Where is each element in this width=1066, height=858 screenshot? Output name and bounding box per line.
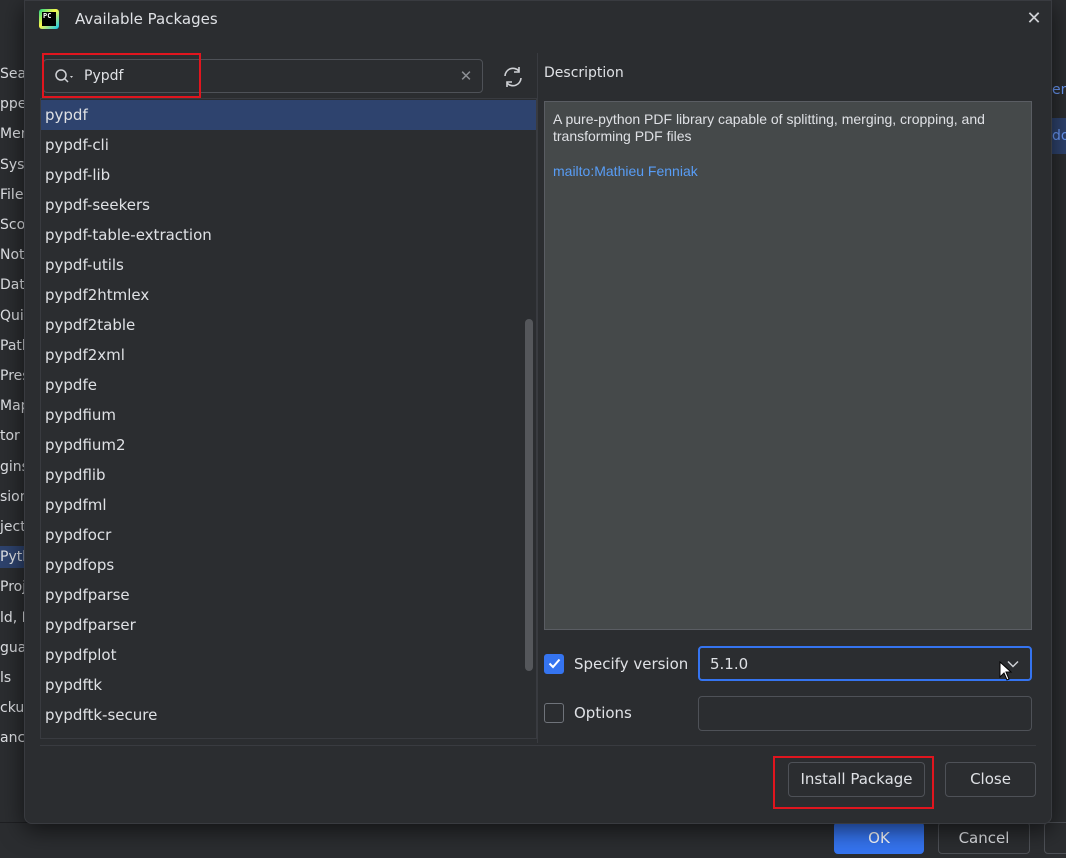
package-list-item[interactable]: pypdfml (41, 490, 536, 520)
package-list-item[interactable]: pypdfe (41, 370, 536, 400)
package-list-item[interactable]: pypdfparse (41, 580, 536, 610)
version-dropdown[interactable]: 5.1.0 (698, 646, 1032, 681)
refresh-icon[interactable] (499, 63, 527, 91)
chevron-down-icon (1007, 660, 1019, 668)
panel-splitter[interactable] (537, 53, 538, 743)
package-list-item[interactable]: pypdf-utils (41, 250, 536, 280)
package-list-scrollbar[interactable] (525, 319, 533, 671)
package-list-item[interactable]: pypdf-table-extraction (41, 220, 536, 250)
background-settings-item: Searc (0, 66, 24, 82)
package-search-field[interactable]: ✕ (43, 59, 483, 93)
package-list-item[interactable]: pypdf-cli (41, 130, 536, 160)
ok-button[interactable]: OK (834, 822, 924, 854)
background-settings-right-panel: en do (1052, 0, 1066, 858)
background-settings-item: Proje (0, 579, 24, 596)
description-panel: A pure-python PDF library capable of spl… (544, 101, 1032, 630)
package-list-item[interactable]: pypdfops (41, 550, 536, 580)
background-settings-item: ckup (0, 700, 24, 717)
background-settings-item: tor (0, 428, 20, 445)
background-settings-item: ld, Ex (0, 609, 24, 626)
package-list-item[interactable]: pypdf2htmlex (41, 280, 536, 310)
background-settings-item: Notif (0, 247, 24, 264)
search-icon (55, 69, 73, 83)
checkmark-icon (548, 658, 561, 669)
apply-button[interactable] (1044, 822, 1066, 854)
close-icon[interactable]: ✕ (1023, 8, 1045, 30)
available-packages-dialog: PC Available Packages ✕ ✕ pypdfpypdf-cli… (24, 0, 1052, 824)
pycharm-logo-text: PC (42, 12, 56, 26)
package-list-item[interactable]: pypdf2xml (41, 340, 536, 370)
footer-divider (40, 745, 1036, 746)
options-checkbox[interactable] (544, 703, 564, 723)
pycharm-logo-icon: PC (39, 9, 59, 29)
description-label: Description (544, 65, 624, 81)
close-button[interactable]: Close (945, 762, 1036, 797)
background-settings-item: ls (0, 670, 12, 686)
background-settings-item: gins (0, 458, 24, 475)
background-settings-item: Scop (0, 217, 24, 233)
package-list-item[interactable]: pypdf-lib (41, 160, 536, 190)
package-list-item[interactable]: pypdf2table (41, 310, 536, 340)
package-list-item[interactable]: pypdftk (41, 670, 536, 700)
package-list-item[interactable]: pypdf (41, 100, 536, 130)
background-settings-item: Map (0, 398, 24, 415)
package-list-item[interactable]: pypdflib (41, 460, 536, 490)
background-settings-item: ject: (0, 519, 24, 535)
package-list-item[interactable]: pypdfparser (41, 610, 536, 640)
package-list-item[interactable]: pypdf-seekers (41, 190, 536, 220)
background-settings-item: Menu (0, 126, 24, 143)
background-settings-item: File C (0, 186, 24, 203)
background-settings-item: Prese (0, 368, 24, 384)
background-settings-sidebar: Searc ppea Menu Syste File C Scop Notif Data Qui… (0, 0, 24, 858)
search-input[interactable] (84, 65, 444, 87)
background-settings-item: ppea (0, 96, 24, 113)
dialog-title: Available Packages (75, 10, 218, 28)
background-settings-item: sion (0, 488, 24, 505)
package-list-item[interactable]: pypdfocr (41, 520, 536, 550)
author-mail-link[interactable]: mailto:Mathieu Fenniak (553, 163, 1023, 180)
options-field[interactable] (698, 696, 1032, 731)
specify-version-label: Specify version (574, 655, 689, 673)
background-settings-item: Syste (0, 156, 24, 173)
background-settings-item: Data (0, 277, 24, 294)
background-right-text: en (1052, 82, 1066, 98)
package-list-item[interactable]: pypdfplot (41, 640, 536, 670)
background-right-text: do (1052, 128, 1066, 144)
cancel-button[interactable]: Cancel (938, 822, 1030, 854)
specify-version-checkbox[interactable] (544, 654, 564, 674)
background-settings-item: guag (0, 639, 24, 656)
install-package-button[interactable]: Install Package (788, 762, 925, 797)
description-text: A pure-python PDF library capable of spl… (553, 111, 985, 144)
package-list-item[interactable]: pypdfium (41, 400, 536, 430)
package-list-item[interactable]: pypdftk-secure (41, 700, 536, 730)
background-settings-item: Pytho (0, 546, 24, 569)
background-settings-item: ance (0, 730, 24, 747)
options-label: Options (574, 704, 632, 722)
clear-icon[interactable]: ✕ (456, 66, 476, 86)
background-settings-item: Quick (0, 307, 24, 324)
version-value: 5.1.0 (710, 655, 749, 673)
package-list-item[interactable]: pypdfium2 (41, 430, 536, 460)
background-settings-item: Path (0, 337, 24, 354)
dialog-titlebar: PC Available Packages ✕ (25, 1, 1051, 39)
package-list: pypdf pypdf-cli pypdf-lib pypdf-seekers pypd… (40, 98, 537, 739)
